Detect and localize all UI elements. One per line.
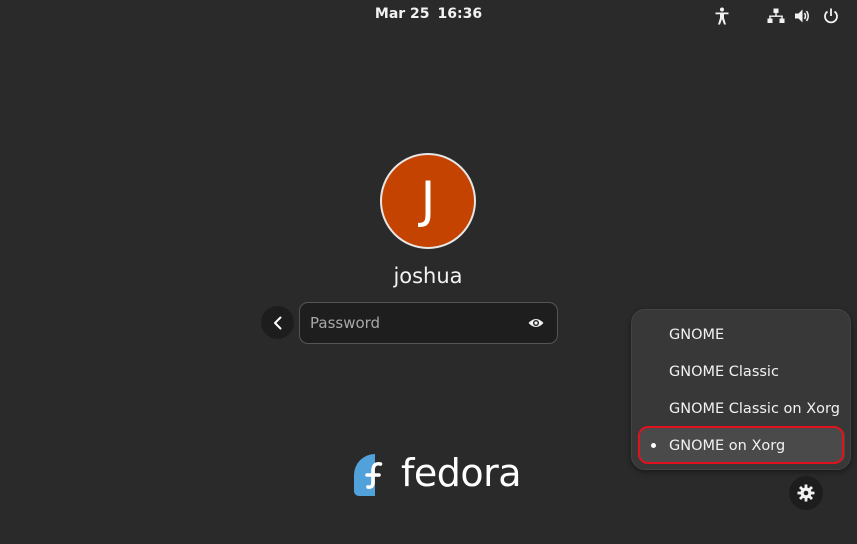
fedora-wordmark: fedora [401,451,522,495]
username-label: joshua [393,264,463,288]
fedora-logo-icon [354,454,396,496]
clock-date[interactable]: Mar 25 [375,6,430,22]
login-screen: Mar 25 16:36 J joshua fedora GNOME GNOME… [0,0,857,544]
power-icon[interactable] [822,7,840,25]
session-item-gnome-classic[interactable]: GNOME Classic [638,354,845,389]
volume-icon[interactable] [794,7,812,25]
top-bar: Mar 25 16:36 [0,0,857,32]
session-item-gnome-classic-xorg[interactable]: GNOME Classic on Xorg [638,391,845,426]
session-settings-button[interactable] [789,476,823,510]
fedora-logo: fedora [353,451,522,497]
network-wired-icon[interactable] [767,7,785,25]
avatar-initial: J [420,171,436,229]
session-item-gnome[interactable]: GNOME [638,317,845,352]
session-item-gnome-xorg[interactable]: GNOME on Xorg [638,428,845,463]
session-item-label: GNOME on Xorg [669,437,786,454]
password-field[interactable] [299,302,558,344]
password-input[interactable] [310,311,510,335]
selected-dot-icon [651,443,656,448]
session-item-label: GNOME Classic on Xorg [669,400,840,417]
user-avatar: J [380,153,476,249]
session-item-label: GNOME [669,326,725,343]
chevron-left-icon [273,316,281,329]
show-password-eye-icon[interactable] [526,315,546,331]
clock-time[interactable]: 16:36 [438,6,483,22]
gear-icon [797,484,815,502]
session-item-label: GNOME Classic [669,363,779,380]
back-button[interactable] [261,306,294,339]
accessibility-icon[interactable] [713,7,731,25]
session-menu: GNOME GNOME Classic GNOME Classic on Xor… [631,309,851,470]
